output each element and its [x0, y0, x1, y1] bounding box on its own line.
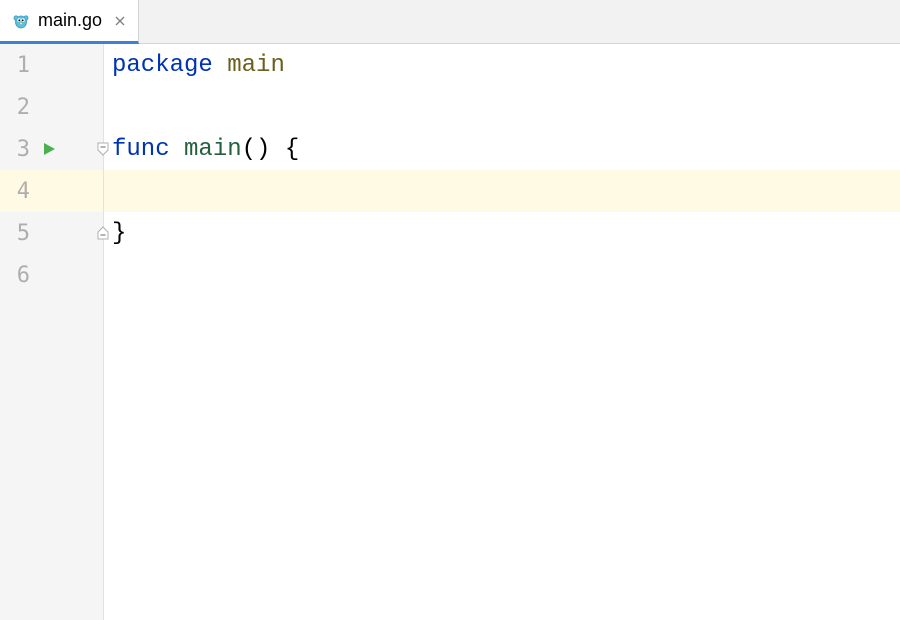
gutter: 1 2 3 4 5 6: [0, 44, 104, 620]
code-token: }: [112, 220, 126, 247]
code-token: main: [184, 136, 242, 163]
code-line[interactable]: [104, 86, 900, 128]
code-area[interactable]: package mainfunc main() {}: [104, 44, 900, 620]
go-gopher-icon: [12, 12, 30, 30]
gutter-row[interactable]: 6: [0, 254, 103, 296]
line-number: 6: [0, 263, 36, 288]
code-line[interactable]: [104, 170, 900, 212]
gutter-row[interactable]: 5: [0, 212, 103, 254]
code-token: () {: [242, 136, 300, 163]
fold-open-icon[interactable]: [96, 141, 110, 157]
code-line[interactable]: func main() {: [104, 128, 900, 170]
line-number: 3: [0, 137, 36, 162]
gutter-row[interactable]: 4: [0, 170, 103, 212]
line-number: 4: [0, 179, 36, 204]
fold-close-icon[interactable]: [96, 225, 110, 241]
run-gutter-icon[interactable]: [40, 140, 58, 158]
code-token: package: [112, 52, 213, 79]
line-number: 1: [0, 53, 36, 78]
gutter-row[interactable]: 3: [0, 128, 103, 170]
line-number: 5: [0, 221, 36, 246]
code-line[interactable]: [104, 254, 900, 296]
code-token: main: [227, 52, 285, 79]
tab-label: main.go: [38, 10, 102, 31]
file-tab-main-go[interactable]: main.go: [0, 0, 139, 44]
code-token: [213, 52, 227, 79]
tab-bar: main.go: [0, 0, 900, 44]
line-number: 2: [0, 95, 36, 120]
gutter-row[interactable]: 2: [0, 86, 103, 128]
editor-area: 123456 package mainfunc main() {}: [0, 44, 900, 620]
code-line[interactable]: }: [104, 212, 900, 254]
close-icon[interactable]: [112, 13, 128, 29]
code-token: func: [112, 136, 170, 163]
code-token: [170, 136, 184, 163]
code-line[interactable]: package main: [104, 44, 900, 86]
gutter-row[interactable]: 1: [0, 44, 103, 86]
